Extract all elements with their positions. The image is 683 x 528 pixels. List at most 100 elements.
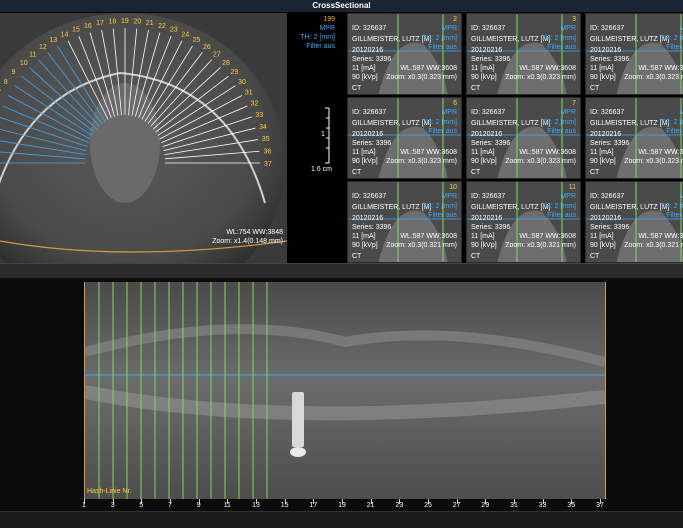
cell-ma: 11 [mA] <box>590 65 614 72</box>
cell-ma: 11 [mA] <box>471 233 495 240</box>
cell-kvp: 90 [kVp] <box>471 74 497 81</box>
cell-filter: Filter aus <box>428 212 457 219</box>
cell-modality: CT <box>352 169 362 176</box>
panoramic-image <box>85 282 605 499</box>
cell-id: ID: 326637 <box>471 25 506 32</box>
cell-kvp: 90 [kVp] <box>352 158 378 165</box>
axial-section-number: 10 <box>20 60 28 67</box>
axial-section-number: 21 <box>146 20 154 27</box>
axial-section-number: 25 <box>193 37 201 44</box>
cell-modality: CT <box>352 85 362 92</box>
view-divider[interactable] <box>0 263 683 279</box>
axial-section-number: 15 <box>72 27 80 34</box>
scale-tick-label: 3 <box>110 502 115 509</box>
pano-label: Hash-Linie Nr. <box>87 488 132 495</box>
scale-mark: 1 <box>321 131 325 138</box>
cell-zoom: Zoom: x0.3(0.321 mm) <box>624 242 683 249</box>
cell-date: 20120216 <box>590 215 622 222</box>
cell-series: Series: 3396 <box>590 140 630 147</box>
cell-wl: WL:587 WW:3608 <box>519 233 576 240</box>
scale-tick-label: 29 <box>481 502 490 509</box>
cell-date: 20120216 <box>590 47 622 54</box>
axial-section-number: 13 <box>50 37 58 44</box>
panoramic-view[interactable]: Hash-Linie Nr. <box>84 282 606 499</box>
scale-tick-label: 5 <box>139 502 144 509</box>
cross-section-cell[interactable]: ID: 326637 GILLMEISTER, LUTZ [M] 20120216 S… <box>466 13 581 95</box>
cell-series: Series: 3396 <box>352 140 392 147</box>
cell-modality: CT <box>590 85 600 92</box>
cell-id: ID: 326637 <box>590 193 625 200</box>
cross-section-cell[interactable]: ID: 326637 GILLMEISTER, LUTZ [M] 20120216 S… <box>585 97 683 179</box>
cell-th: TH: 2 [mm] <box>660 203 683 210</box>
cell-wl: WL:587 WW:3608 <box>400 233 457 240</box>
cell-index: 3 <box>572 16 576 23</box>
ruler-panel: 199 MPR TH: 2 [mm] Filter aus 1 1.6 cm <box>287 13 347 263</box>
cell-ma: 11 [mA] <box>471 149 495 156</box>
cell-filter: Filter aus <box>428 44 457 51</box>
cross-section-cell[interactable]: ID: 326637 GILLMEISTER, LUTZ [M] 20120216 S… <box>466 97 581 179</box>
cell-filter: Filter aus <box>666 128 683 135</box>
cross-section-cell[interactable]: ID: 326637 GILLMEISTER, LUTZ [M] 20120216 S… <box>585 13 683 95</box>
cross-section-cell[interactable]: ID: 326637 GILLMEISTER, LUTZ [M] 20120216 S… <box>347 181 462 263</box>
cell-series: Series: 3396 <box>352 56 392 63</box>
cross-section-cell[interactable]: ID: 326637 GILLMEISTER, LUTZ [M] 20120216 S… <box>466 181 581 263</box>
cell-modality: CT <box>471 169 481 176</box>
cell-mpr: MPR <box>679 108 683 117</box>
axial-section-number: 28 <box>222 60 230 67</box>
cell-mpr: MPR <box>560 25 576 32</box>
cell-name: GILLMEISTER, LUTZ [M] <box>590 204 670 211</box>
cell-mpr: MPR <box>560 109 576 116</box>
cross-section-cell[interactable]: ID: 326637 GILLMEISTER, LUTZ [M] 20120216 S… <box>347 97 462 179</box>
cell-mpr: MPR <box>679 24 683 33</box>
cell-date: 20120216 <box>471 47 503 54</box>
pano-scale: 1 3 5 7 9 11 13 15 17 19 21 23 25 27 29 31 33 35 37 <box>0 499 683 511</box>
cell-th: TH: 2 [mm] <box>541 203 576 210</box>
axial-section-number: 37 <box>264 161 272 168</box>
cell-zoom: Zoom: x0.3(0.323 mm) <box>624 158 683 165</box>
cell-wl: WL:587 WW:3608 <box>638 233 683 240</box>
axial-section-number: 27 <box>213 51 221 58</box>
axial-section-number: 32 <box>251 101 259 108</box>
cell-modality: CT <box>352 253 362 260</box>
scale-tick-label: 33 <box>538 502 547 509</box>
cell-th: TH: 2 [mm] <box>660 35 683 42</box>
cell-wl: WL:587 WW:3608 <box>519 149 576 156</box>
cell-filter: Filter aus <box>547 128 576 135</box>
cell-series: Series: 3396 <box>590 224 630 231</box>
scale-tick-label: 15 <box>280 502 289 509</box>
cell-zoom: Zoom: x0.3(0.321 mm) <box>386 242 457 249</box>
cell-kvp: 90 [kVp] <box>590 74 616 81</box>
scale-tick-label: 23 <box>395 502 404 509</box>
cell-index: 7 <box>572 100 576 107</box>
axial-section-number: 8 <box>4 79 8 86</box>
cell-series: Series: 3396 <box>352 224 392 231</box>
cell-date: 20120216 <box>590 131 622 138</box>
cell-ma: 11 [mA] <box>352 233 376 240</box>
axial-section-number: 19 <box>121 18 129 25</box>
cell-mpr: MPR <box>441 25 457 32</box>
cell-th: TH: 2 [mm] <box>422 203 457 210</box>
cell-th: TH: 2 [mm] <box>660 119 683 126</box>
axial-section-number: 11 <box>29 51 36 58</box>
cell-id: ID: 326637 <box>471 109 506 116</box>
cross-section-cell[interactable]: ID: 326637 GILLMEISTER, LUTZ [M] 20120216 S… <box>585 181 683 263</box>
cell-name: GILLMEISTER, LUTZ [M] <box>471 36 551 43</box>
title-bar: CrossSectional <box>0 0 683 13</box>
status-bar <box>0 511 683 528</box>
axial-section-number: 26 <box>203 44 211 51</box>
axial-section-number: 24 <box>181 31 189 38</box>
axial-section-number: 23 <box>170 27 178 34</box>
axial-view[interactable]: 1234567891011121314151617181920212223242… <box>0 13 287 263</box>
axial-section-number: 17 <box>96 20 104 27</box>
cell-id: ID: 326637 <box>352 193 387 200</box>
cell-mpr: MPR <box>679 192 683 201</box>
cell-th: TH: 2 [mm] <box>541 35 576 42</box>
cell-name: GILLMEISTER, LUTZ [M] <box>352 120 432 127</box>
axial-section-number: 22 <box>158 23 166 30</box>
cell-index: 6 <box>453 100 457 107</box>
cross-section-cell[interactable]: ID: 326637 GILLMEISTER, LUTZ [M] 20120216 S… <box>347 13 462 95</box>
cell-kvp: 90 [kVp] <box>352 242 378 249</box>
scale-tick-label: 9 <box>196 502 201 509</box>
cell-id: ID: 326637 <box>352 109 387 116</box>
cell-date: 20120216 <box>352 47 384 54</box>
